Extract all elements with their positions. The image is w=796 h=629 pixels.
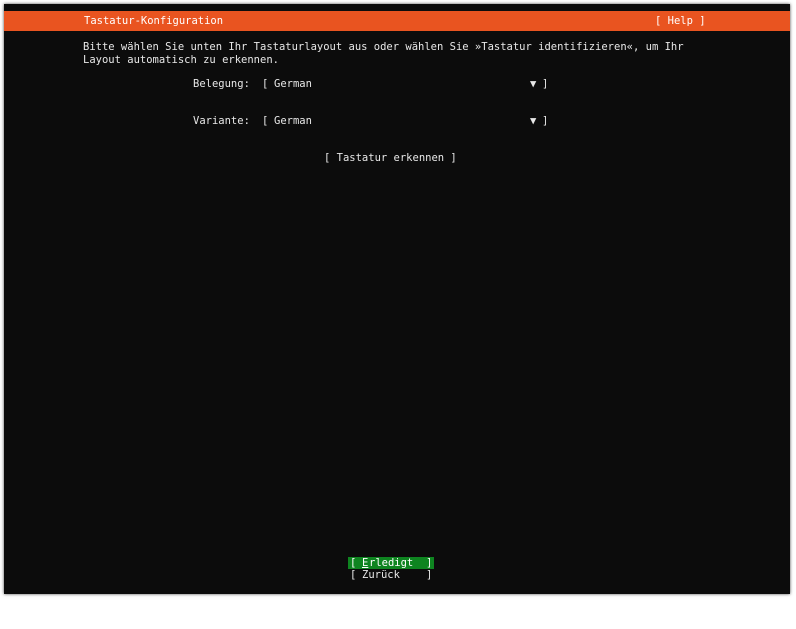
done-hotkey: E xyxy=(362,557,369,569)
layout-label: Belegung: xyxy=(193,78,250,90)
layout-bracket-close: ] xyxy=(542,78,549,90)
done-button[interactable]: [ E rledigt ] xyxy=(348,557,434,569)
installer-window: Tastatur-Konfiguration [ Help ] Bitte wä… xyxy=(4,4,790,594)
back-label: Zurück xyxy=(362,569,400,581)
variant-value: German xyxy=(274,115,312,127)
intro-line-2: Layout automatisch zu erkennen. xyxy=(83,54,279,66)
done-bracket-close: ] xyxy=(426,557,433,569)
identify-keyboard-button[interactable]: [ Tastatur erkennen ] xyxy=(324,152,457,164)
variant-select[interactable]: [ German ▼ ] xyxy=(262,115,552,128)
back-button[interactable]: [ Zurück ] xyxy=(348,569,434,581)
back-bracket-open: [ xyxy=(350,569,357,581)
help-button[interactable]: [ Help ] xyxy=(655,15,706,27)
header-bar: Tastatur-Konfiguration [ Help ] xyxy=(4,11,790,31)
layout-select[interactable]: [ German ▼ ] xyxy=(262,78,552,91)
done-bracket-open: [ xyxy=(350,557,357,569)
layout-value: German xyxy=(274,78,312,90)
layout-bracket-open: [ xyxy=(262,78,269,90)
chevron-down-icon: ▼ xyxy=(530,115,537,127)
done-label: rledigt xyxy=(369,557,414,569)
variant-bracket-open: [ xyxy=(262,115,269,127)
page-title: Tastatur-Konfiguration xyxy=(84,15,224,27)
back-bracket-close: ] xyxy=(426,569,433,581)
intro-text: Bitte wählen Sie unten Ihr Tastaturlayou… xyxy=(83,41,773,67)
intro-line-1: Bitte wählen Sie unten Ihr Tastaturlayou… xyxy=(83,41,684,53)
chevron-down-icon: ▼ xyxy=(530,78,537,90)
variant-label: Variante: xyxy=(193,115,250,127)
variant-bracket-close: ] xyxy=(542,115,549,127)
